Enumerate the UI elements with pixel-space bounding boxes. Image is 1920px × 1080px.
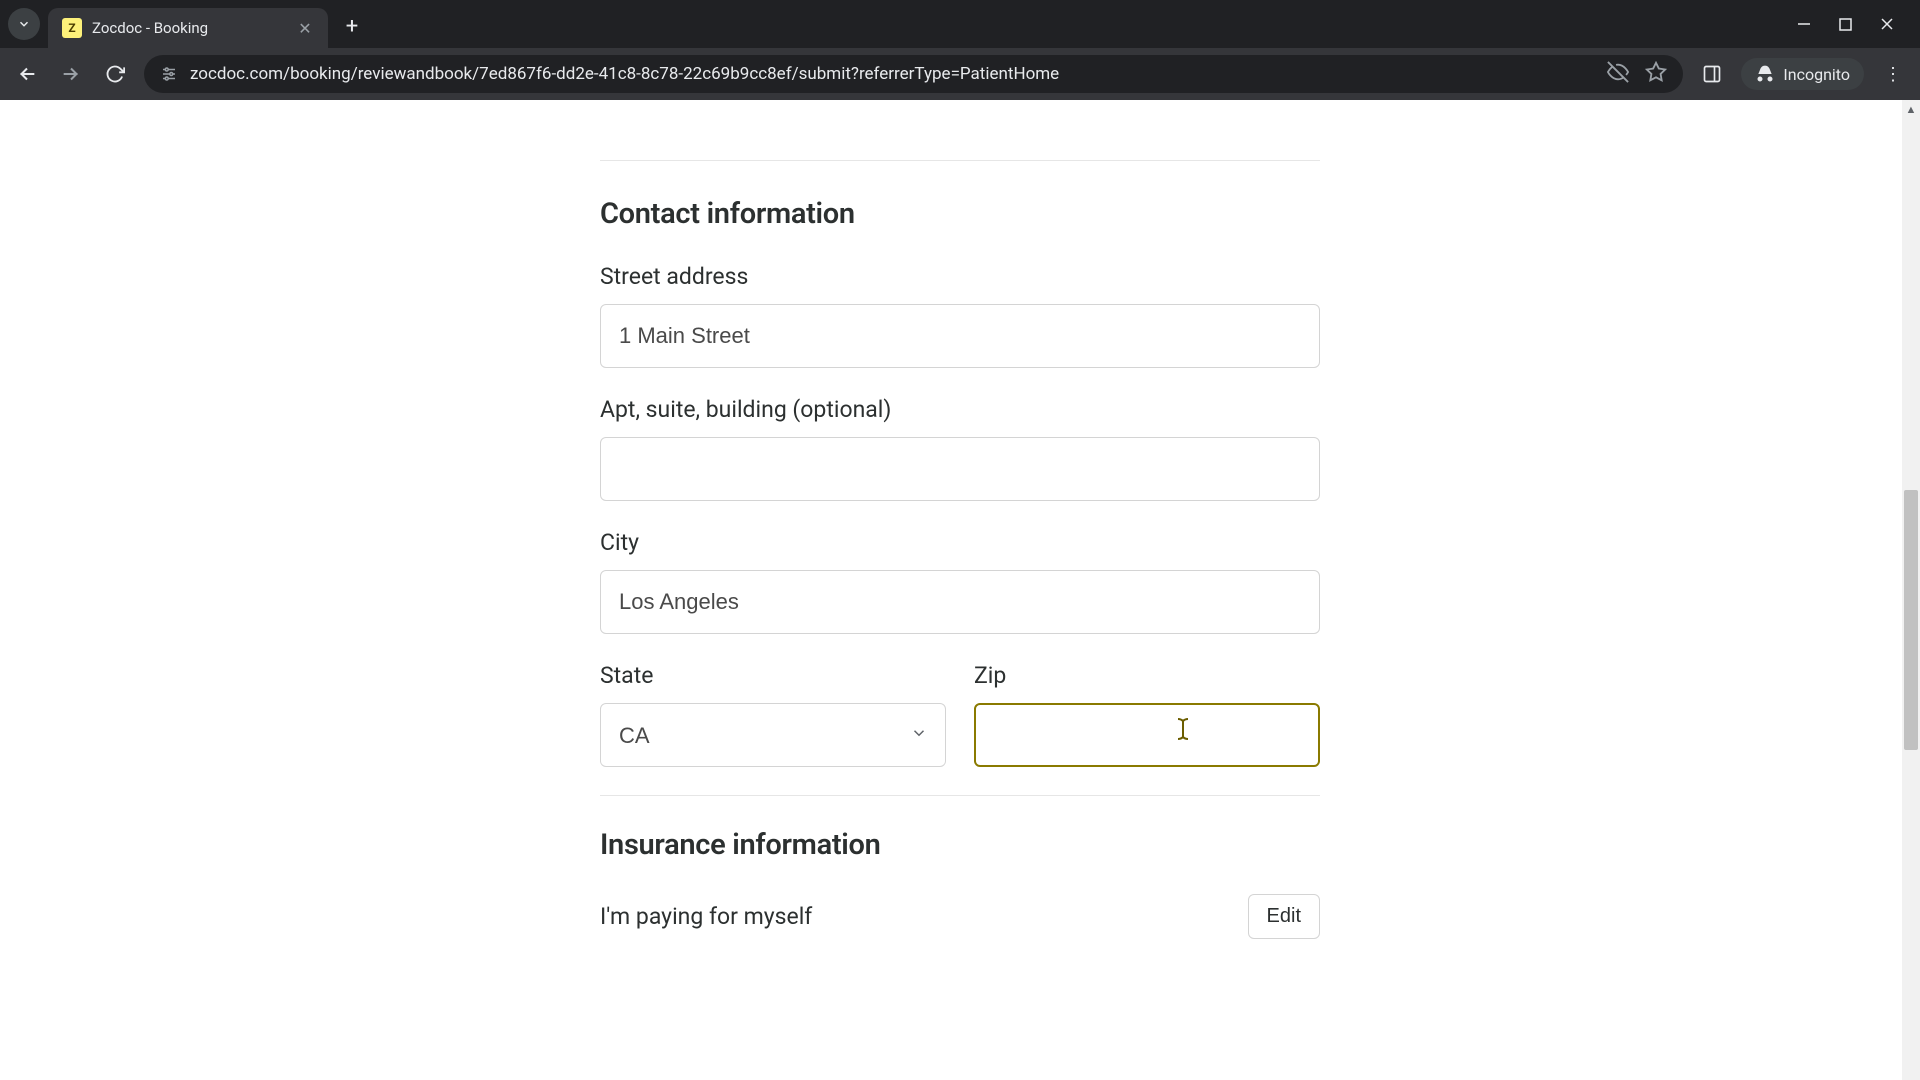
tab-strip: Z Zocdoc - Booking ✕ +	[0, 0, 1920, 48]
booking-form: Contact information Street address Apt, …	[600, 100, 1320, 939]
bookmark-star-icon[interactable]	[1645, 61, 1667, 88]
street-input[interactable]	[600, 304, 1320, 368]
tab-favicon: Z	[62, 18, 82, 38]
scrollbar-track[interactable]: ▲	[1902, 100, 1920, 1080]
tab-title: Zocdoc - Booking	[92, 19, 286, 37]
street-field-group: Street address	[600, 263, 1320, 368]
city-field-group: City	[600, 529, 1320, 634]
zip-input[interactable]	[974, 703, 1320, 767]
scroll-up-arrow-icon[interactable]: ▲	[1902, 100, 1920, 118]
side-panel-icon[interactable]	[1697, 59, 1727, 89]
edit-insurance-button[interactable]: Edit	[1248, 894, 1320, 939]
browser-tab[interactable]: Z Zocdoc - Booking ✕	[48, 8, 328, 48]
window-controls	[1797, 17, 1912, 31]
apt-field-group: Apt, suite, building (optional)	[600, 396, 1320, 501]
incognito-indicator[interactable]: Incognito	[1741, 58, 1864, 90]
city-input[interactable]	[600, 570, 1320, 634]
reload-button[interactable]	[100, 59, 130, 89]
insurance-heading: Insurance information	[600, 828, 1320, 862]
browser-toolbar: zocdoc.com/booking/reviewandbook/7ed867f…	[0, 48, 1920, 100]
scrollbar-thumb[interactable]	[1904, 490, 1918, 750]
state-field-group: State CA	[600, 662, 946, 767]
browser-chrome: Z Zocdoc - Booking ✕ +	[0, 0, 1920, 100]
minimize-button[interactable]	[1797, 17, 1811, 31]
page-content: Contact information Street address Apt, …	[0, 100, 1920, 1080]
zip-label: Zip	[974, 662, 1320, 689]
close-window-button[interactable]	[1880, 17, 1894, 31]
address-bar[interactable]: zocdoc.com/booking/reviewandbook/7ed867f…	[144, 55, 1683, 93]
city-label: City	[600, 529, 1320, 556]
contact-heading: Contact information	[600, 197, 1320, 231]
insurance-row: I'm paying for myself Edit	[600, 894, 1320, 939]
zip-field-group: Zip	[974, 662, 1320, 767]
insurance-text: I'm paying for myself	[600, 903, 812, 930]
incognito-icon	[1755, 64, 1775, 84]
tab-search-dropdown[interactable]	[8, 8, 40, 40]
section-divider	[600, 160, 1320, 161]
section-divider	[600, 795, 1320, 796]
state-label: State	[600, 662, 946, 689]
state-zip-row: State CA Zip	[600, 662, 1320, 767]
back-button[interactable]	[12, 59, 42, 89]
eye-off-icon[interactable]	[1607, 61, 1629, 88]
maximize-button[interactable]	[1839, 17, 1852, 31]
site-settings-icon[interactable]	[160, 65, 178, 83]
close-tab-icon[interactable]: ✕	[296, 19, 314, 38]
browser-menu-button[interactable]: ⋮	[1878, 64, 1908, 85]
apt-input[interactable]	[600, 437, 1320, 501]
chevron-down-icon	[17, 17, 31, 31]
forward-button[interactable]	[56, 59, 86, 89]
street-label: Street address	[600, 263, 1320, 290]
state-select[interactable]: CA	[600, 703, 946, 767]
url-text: zocdoc.com/booking/reviewandbook/7ed867f…	[190, 64, 1059, 84]
new-tab-button[interactable]: +	[336, 10, 368, 42]
incognito-label: Incognito	[1783, 65, 1850, 84]
apt-label: Apt, suite, building (optional)	[600, 396, 1320, 423]
